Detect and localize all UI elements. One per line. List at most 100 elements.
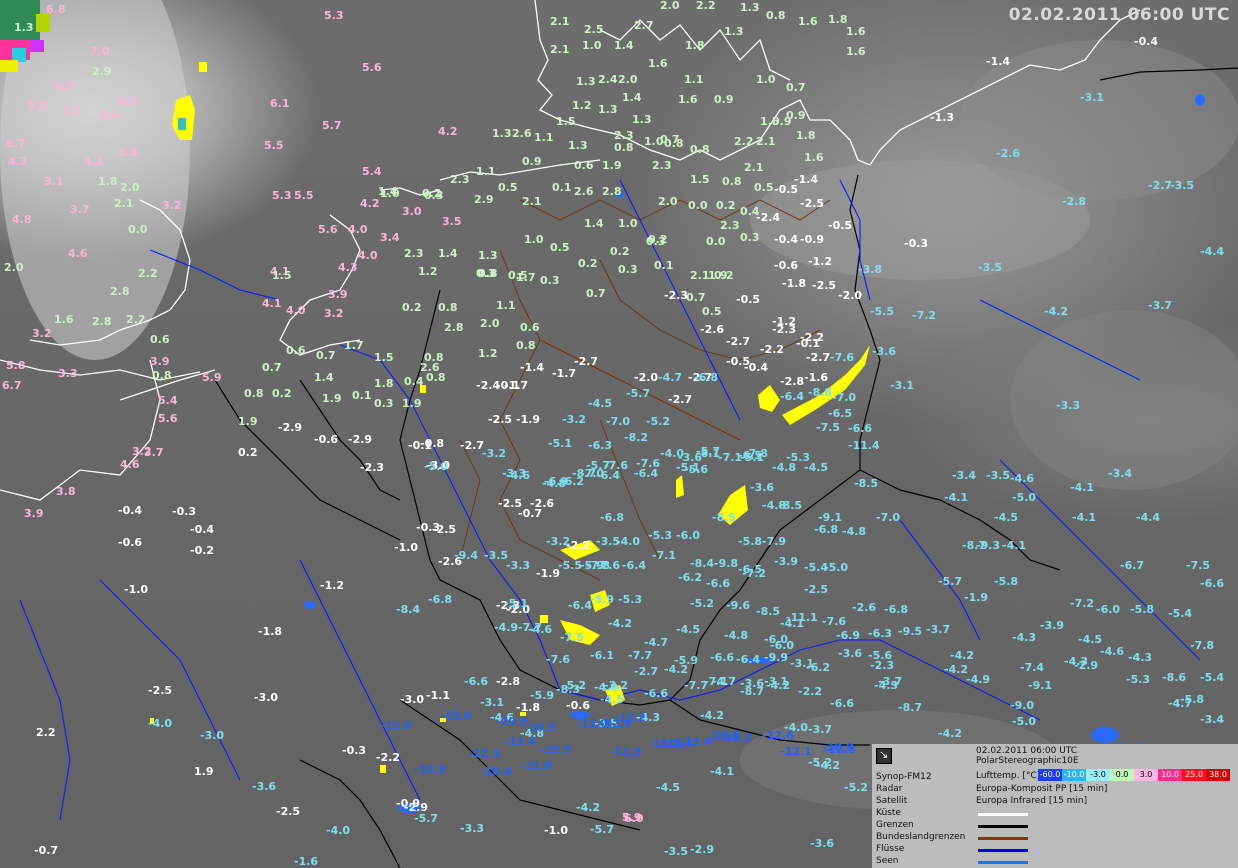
station-temperature: 2.1	[114, 197, 134, 210]
station-temperature: -4.5	[1078, 633, 1103, 646]
station-temperature: 7.0	[90, 45, 110, 58]
station-temperature: 1.4	[622, 91, 642, 104]
station-temperature: 4.0	[348, 223, 368, 236]
station-temperature: 2.0	[658, 195, 678, 208]
station-temperature: -4.1	[1072, 511, 1097, 524]
station-temperature: 7.7	[62, 105, 82, 118]
station-temperature: -0.7	[518, 507, 543, 520]
station-temperature: 3.2	[32, 327, 52, 340]
station-temperature: -3.6	[872, 345, 897, 358]
scale-swatch: 25.0	[1182, 769, 1206, 781]
station-temperature: -3.3	[1056, 399, 1081, 412]
station-temperature: -4.0	[616, 535, 641, 548]
station-temperature: -6.2	[678, 571, 703, 584]
station-temperature: -0.3	[904, 237, 929, 250]
station-temperature: 0.8	[438, 301, 458, 314]
cloud-band	[1010, 310, 1238, 490]
station-temperature: 1.3	[478, 249, 498, 262]
station-temperature: -0.5	[828, 219, 853, 232]
station-temperature: -6.6	[706, 577, 731, 590]
station-temperature: 2.1	[744, 161, 764, 174]
station-temperature: -5.1	[504, 597, 529, 610]
station-temperature: -5.7	[938, 575, 963, 588]
legend-time: 02.02.2011 06:00 UTC	[976, 746, 1078, 756]
station-temperature: -1.7	[504, 379, 529, 392]
station-temperature: -5.3	[618, 593, 643, 606]
station-temperature: 1.9	[194, 765, 214, 778]
station-temperature: 1.1	[496, 299, 516, 312]
station-temperature: -12.1	[780, 745, 812, 758]
station-temperature: 0.5	[754, 181, 774, 194]
projection-arrow-icon	[876, 748, 892, 764]
station-temperature: -0.3	[342, 744, 367, 757]
station-temperature: 5.9	[622, 811, 642, 824]
station-temperature: 0.8	[244, 387, 264, 400]
station-temperature: 0.5	[498, 181, 518, 194]
station-temperature: -5.9	[530, 689, 555, 702]
station-temperature: -7.0	[832, 391, 857, 404]
station-temperature: 1.0	[524, 233, 544, 246]
station-temperature: -8.7	[898, 701, 923, 714]
station-temperature: -6.5	[828, 407, 853, 420]
station-temperature: 1.8	[828, 13, 848, 26]
station-temperature: 4.3	[338, 261, 358, 274]
station-temperature: -5.3	[1126, 673, 1151, 686]
station-temperature: 0.8	[426, 371, 446, 384]
station-temperature: 2.3	[652, 159, 672, 172]
station-temperature: -4.9	[494, 621, 519, 634]
station-temperature: 0.5	[550, 241, 570, 254]
station-temperature: 0.5	[702, 305, 722, 318]
station-temperature: -5.1	[548, 437, 573, 450]
scale-swatch: -60.0	[1038, 769, 1062, 781]
station-temperature: 1.8	[796, 129, 816, 142]
station-temperature: -8.5	[778, 499, 803, 512]
station-temperature: -1.0	[544, 824, 569, 837]
station-temperature: -1.0	[394, 541, 419, 554]
station-temperature: -1.9	[536, 567, 561, 580]
station-temperature: 2.8	[92, 315, 112, 328]
station-temperature: -2.9	[278, 421, 303, 434]
station-temperature: 6.1	[270, 97, 290, 110]
station-temperature: -4.2	[1044, 305, 1069, 318]
station-temperature: -7.6	[822, 615, 847, 628]
station-temperature: -6.2	[806, 661, 831, 674]
station-temperature: 2.0	[660, 0, 680, 12]
station-temperature: 2.2	[138, 267, 158, 280]
station-temperature: 3.9	[24, 507, 44, 520]
station-temperature: -0.9	[800, 233, 825, 246]
station-temperature: -4.5	[804, 461, 829, 474]
station-temperature: -0.2	[190, 544, 215, 557]
station-temperature: -4.0	[594, 681, 619, 694]
station-temperature: 1.5	[272, 269, 292, 282]
station-temperature: 2.1	[522, 195, 542, 208]
station-temperature: -5.2	[844, 781, 869, 794]
station-temperature: 1.4	[378, 185, 398, 198]
station-temperature: -4.3	[1128, 651, 1153, 664]
station-temperature: -2.9	[1074, 659, 1099, 672]
station-temperature: -4.6	[506, 469, 531, 482]
station-temperature: -3.0	[254, 691, 279, 704]
station-temperature: 1.1	[684, 73, 704, 86]
station-temperature: -12.3	[468, 747, 500, 760]
station-temperature: 0.3	[618, 263, 638, 276]
station-temperature: -5.0	[1012, 715, 1037, 728]
station-temperature: 0.3	[740, 231, 760, 244]
station-temperature: -9.1	[818, 511, 843, 524]
station-temperature: 6.9	[54, 79, 74, 92]
station-temperature: 0.6	[286, 344, 306, 357]
station-temperature: 2.1	[550, 15, 570, 28]
station-temperature: 1.6	[678, 93, 698, 106]
scale-swatch: 10.0	[1158, 769, 1182, 781]
station-temperature: -6.6	[464, 675, 489, 688]
station-temperature: -3.6	[838, 647, 863, 660]
station-temperature: -7.2	[742, 567, 767, 580]
station-temperature: -7.0	[606, 415, 631, 428]
station-temperature: 2.0	[618, 73, 638, 86]
station-temperature: 2.9	[474, 193, 494, 206]
station-temperature: -13.4	[504, 735, 536, 748]
line-legend-label: Grenzen	[876, 820, 914, 830]
station-temperature: 2.7	[634, 19, 654, 32]
temperature-scale: -60.0 -10.0 -3.0 0.0 3.0 10.0 25.0 38.0	[1038, 769, 1230, 781]
station-temperature: -8.5	[712, 511, 737, 524]
station-temperature: -2.6	[852, 601, 877, 614]
